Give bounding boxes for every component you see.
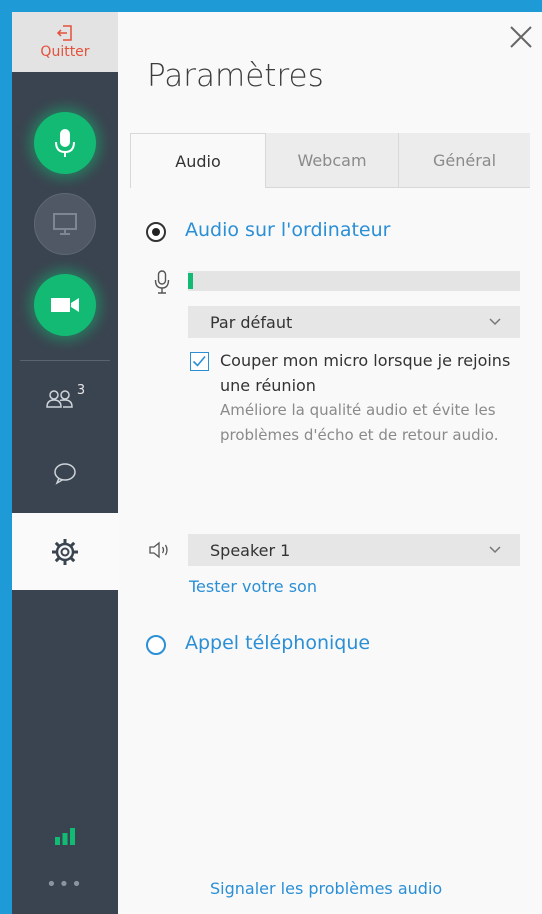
mic-level-fill <box>188 273 193 289</box>
screen-share-icon <box>53 213 77 235</box>
sidebar: Quitter 3 ••• <box>12 12 118 914</box>
tab-bar: Audio Webcam Général <box>130 133 530 188</box>
test-sound-link[interactable]: Tester votre son <box>189 577 317 596</box>
signal-icon <box>55 828 75 845</box>
mute-on-join-checkbox[interactable] <box>190 352 209 371</box>
window-left-border <box>0 0 12 914</box>
settings-panel: Paramètres Audio Webcam Général Audio su… <box>118 12 542 914</box>
mute-on-join-label[interactable]: Couper mon micro lorsque je rejoins une … <box>220 348 520 398</box>
close-icon[interactable] <box>508 24 534 50</box>
microphone-select-value: Par défaut <box>210 312 293 332</box>
tab-webcam-label: Webcam <box>297 150 367 170</box>
quit-label: Quitter <box>40 44 90 60</box>
report-audio-issues-link[interactable]: Signaler les problèmes audio <box>210 879 442 898</box>
tab-audio[interactable]: Audio <box>130 133 266 188</box>
phone-call-label[interactable]: Appel téléphonique <box>185 632 370 654</box>
microphone-button[interactable] <box>34 112 96 174</box>
computer-audio-radio[interactable] <box>146 222 166 242</box>
gear-icon <box>52 538 78 565</box>
quit-button[interactable]: Quitter <box>12 12 118 72</box>
camera-icon <box>51 298 79 312</box>
microphone-icon <box>55 129 75 157</box>
tab-webcam[interactable]: Webcam <box>266 133 398 187</box>
speaker-select-value: Speaker 1 <box>210 540 291 560</box>
phone-call-radio[interactable] <box>146 635 166 655</box>
microphone-select[interactable]: Par défaut <box>188 306 520 338</box>
chevron-down-icon <box>489 318 501 326</box>
page-title: Paramètres <box>147 58 324 94</box>
screen-share-button[interactable] <box>34 193 96 255</box>
chat-icon <box>54 463 76 485</box>
settings-button[interactable] <box>12 513 118 590</box>
exit-icon <box>56 25 72 41</box>
sidebar-divider <box>20 360 110 361</box>
microphone-icon <box>154 270 170 294</box>
participants-icon <box>46 390 73 408</box>
chevron-down-icon <box>489 546 501 554</box>
window-top-border <box>0 0 542 12</box>
participants-count: 3 <box>76 382 86 398</box>
more-icon[interactable]: ••• <box>12 874 118 895</box>
computer-audio-label[interactable]: Audio sur l'ordinateur <box>185 219 390 241</box>
speaker-select[interactable]: Speaker 1 <box>188 534 520 566</box>
connection-quality[interactable] <box>12 824 118 848</box>
mic-level-meter <box>188 271 520 291</box>
checkmark-icon <box>192 355 206 367</box>
mute-on-join-description: Améliore la qualité audio et évite les p… <box>220 401 499 444</box>
speaker-icon <box>149 541 168 559</box>
tab-audio-label: Audio <box>175 151 221 171</box>
tab-general-label: Général <box>432 150 497 170</box>
participants-button[interactable]: 3 <box>12 382 118 414</box>
camera-button[interactable] <box>34 274 96 336</box>
chat-button[interactable] <box>12 458 118 488</box>
tab-general[interactable]: Général <box>399 133 530 187</box>
